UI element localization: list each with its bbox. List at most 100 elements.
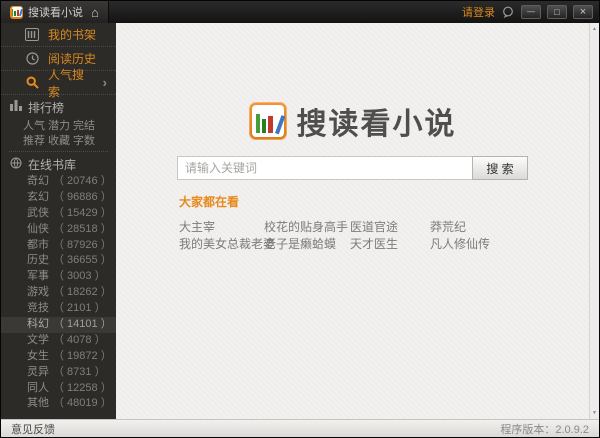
category-row[interactable]: 仙侠 （ 28518 ）: [1, 222, 116, 238]
category-name: 科幻: [27, 318, 49, 331]
sidebar-item-label: 我的书架: [48, 28, 97, 42]
sidebar-item-label: 阅读历史: [48, 52, 97, 66]
category-row[interactable]: 竞技 （ 2101 ）: [1, 301, 116, 317]
category-name: 女生: [27, 349, 49, 362]
titlebar: 搜读看小说 ⌂ 请登录 — □ ×: [1, 1, 599, 23]
chevron-right-icon: ›: [102, 75, 107, 90]
category-row[interactable]: 都市 （ 87926 ）: [1, 238, 116, 254]
ranking-links: 人气 潜力 完结推荐 收藏 字数: [1, 117, 116, 147]
settings-icon[interactable]: [501, 6, 515, 19]
category-list: 奇幻 （ 20746 ） 玄幻 （ 96886 ） 武侠 （ 15429 ） 仙…: [1, 174, 116, 412]
category-row[interactable]: 玄幻 （ 96886 ）: [1, 190, 116, 206]
category-row[interactable]: 文学 （ 4078 ）: [1, 333, 116, 349]
sidebar-item-label: 人气搜索: [48, 67, 85, 99]
ranking-link[interactable]: 字数: [73, 132, 98, 147]
category-count: （ 19872 ）: [53, 349, 112, 362]
category-count: （ 20746 ）: [53, 175, 112, 187]
titlebar-app-tab[interactable]: 搜读看小说 ⌂: [1, 1, 109, 23]
sidebar-divider: [9, 151, 108, 152]
category-row[interactable]: 军事 （ 3003 ）: [1, 269, 116, 285]
library-section-header: 在线书库: [1, 156, 116, 172]
app-window: 搜读看小说 ⌂ 请登录 — □ × 我的书架 阅读历史 人气搜索 › 排行榜 人…: [0, 0, 600, 438]
category-count: （ 48019 ）: [53, 397, 112, 410]
scroll-up-icon[interactable]: ▲: [590, 26, 599, 32]
hot-link[interactable]: 我的美女总裁老婆: [179, 235, 275, 252]
category-row[interactable]: 奇幻 （ 20746 ）: [1, 174, 116, 190]
search-icon: [25, 76, 39, 89]
logo-block: 搜读看小说: [116, 99, 589, 143]
category-count: （ 28518 ）: [53, 222, 112, 235]
category-name: 游戏: [27, 286, 49, 299]
category-count: （ 96886 ）: [53, 190, 112, 203]
home-icon[interactable]: ⌂: [91, 6, 99, 19]
category-name: 武侠: [27, 206, 49, 219]
category-name: 玄幻: [27, 190, 49, 203]
hot-link[interactable]: 老子是癞蛤蟆: [264, 235, 350, 252]
category-count: （ 12258 ）: [53, 381, 112, 394]
maximize-button[interactable]: □: [547, 5, 567, 19]
library-section-title: 在线书库: [28, 157, 77, 172]
category-count: （ 18262 ）: [53, 286, 112, 299]
sidebar-item-hot-search[interactable]: 人气搜索 ›: [1, 68, 116, 99]
category-name: 灵异: [27, 365, 49, 378]
category-row[interactable]: 其他 （ 48019 ）: [1, 396, 116, 412]
hot-links: 大主宰 我的美女总裁老婆 校花的贴身高手 老子是癞蛤蟆 医道官途 天才医生 莽荒纪 凡人修仙传: [179, 218, 589, 252]
category-count: （ 4078 ）: [53, 333, 106, 346]
ranking-link[interactable]: 潜力: [48, 117, 73, 132]
category-name: 都市: [27, 238, 49, 251]
hot-link[interactable]: 天才医生: [350, 235, 430, 252]
login-link[interactable]: 请登录: [462, 4, 495, 20]
app-logo-icon-large: [248, 102, 287, 140]
main-content: 搜读看小说 搜 索 大家都在看 大主宰我的美女总裁老婆校花的贴身高手老子是癞蛤蟆…: [116, 23, 589, 419]
category-count: （ 15429 ）: [53, 206, 112, 219]
category-name: 同人: [27, 381, 49, 394]
feedback-link[interactable]: 意见反馈: [11, 421, 55, 437]
category-count: （ 8731 ）: [53, 365, 106, 378]
minimize-button[interactable]: —: [521, 5, 541, 19]
category-name: 文学: [27, 333, 49, 346]
sidebar-item-bookshelf[interactable]: 我的书架: [1, 23, 116, 47]
search-bar: 搜 索: [116, 156, 589, 180]
category-name: 其他: [27, 397, 49, 410]
titlebar-controls: 请登录 — □ ×: [462, 4, 599, 20]
category-row[interactable]: 游戏 （ 18262 ）: [1, 285, 116, 301]
app-logo-icon: [10, 5, 23, 19]
hot-section-title: 大家都在看: [179, 195, 240, 209]
search-input[interactable]: [177, 156, 473, 180]
scrollbar[interactable]: ▲ ▼: [589, 23, 599, 419]
category-count: （ 14101 ）: [53, 318, 112, 331]
search-button[interactable]: 搜 索: [472, 156, 528, 180]
version-label: 程序版本：2.0.9.2: [500, 423, 589, 436]
category-row[interactable]: 科幻 （ 14101 ）: [1, 317, 116, 333]
category-name: 仙侠: [27, 222, 49, 235]
hot-link[interactable]: 莽荒纪: [430, 218, 589, 235]
history-clock-icon: [25, 52, 39, 65]
category-name: 军事: [27, 270, 49, 283]
close-button[interactable]: ×: [573, 5, 593, 19]
ranking-link[interactable]: 收藏: [48, 132, 73, 147]
category-row[interactable]: 武侠 （ 15429 ）: [1, 206, 116, 222]
category-row[interactable]: 同人 （ 12258 ）: [1, 381, 116, 397]
category-count: （ 87926 ）: [53, 238, 112, 251]
logo-title: 搜读看小说: [296, 108, 457, 141]
category-count: （ 2101 ）: [53, 302, 106, 315]
hot-link[interactable]: 大主宰: [179, 218, 264, 235]
ranking-section-header: 排行榜: [1, 99, 116, 115]
ranking-section-title: 排行榜: [28, 100, 65, 115]
bar-chart-icon: [10, 100, 22, 114]
ranking-link[interactable]: 完结: [73, 117, 98, 132]
hot-link[interactable]: 医道官途: [350, 218, 430, 235]
category-name: 竞技: [27, 302, 49, 315]
bookshelf-icon: [25, 28, 39, 41]
scroll-down-icon[interactable]: ▼: [590, 410, 599, 416]
ranking-link[interactable]: 人气: [23, 117, 48, 132]
category-row[interactable]: 历史 （ 36655 ）: [1, 253, 116, 269]
category-name: 奇幻: [27, 175, 49, 187]
category-count: （ 3003 ）: [53, 270, 106, 283]
hot-link[interactable]: 凡人修仙传: [430, 235, 589, 252]
category-row[interactable]: 女生 （ 19872 ）: [1, 349, 116, 365]
ranking-link[interactable]: 推荐: [23, 132, 48, 147]
hot-link[interactable]: 校花的贴身高手: [264, 218, 350, 235]
status-bar: 意见反馈 程序版本：2.0.9.2: [1, 419, 599, 437]
category-row[interactable]: 灵异 （ 8731 ）: [1, 365, 116, 381]
